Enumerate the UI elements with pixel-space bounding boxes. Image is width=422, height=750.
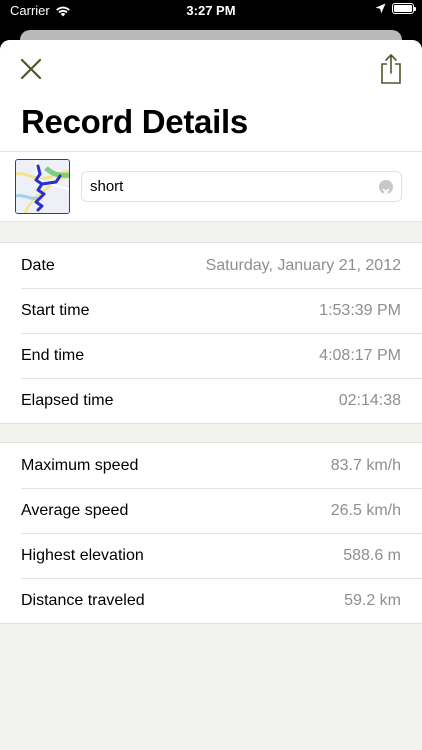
battery-icon	[392, 3, 416, 14]
record-name-input[interactable]: short	[81, 171, 402, 202]
detail-row-date: Date Saturday, January 21, 2012	[0, 243, 422, 288]
detail-row-highest-elevation: Highest elevation 588.6 m	[0, 533, 422, 578]
detail-value: 4:08:17 PM	[319, 346, 401, 364]
detail-label: Highest elevation	[21, 546, 144, 564]
detail-row-maximum-speed: Maximum speed 83.7 km/h	[0, 443, 422, 488]
detail-value: Saturday, January 21, 2012	[205, 256, 401, 274]
page-title: Record Details	[21, 103, 248, 140]
status-time: 3:27 PM	[186, 3, 236, 18]
detail-label: Distance traveled	[21, 591, 145, 609]
detail-row-elapsed-time: Elapsed time 02:14:38	[0, 378, 422, 423]
status-bar: Carrier 3:27 PM	[0, 0, 422, 22]
detail-label: Elapsed time	[21, 391, 114, 409]
detail-value: 588.6 m	[343, 546, 401, 564]
detail-value: 83.7 km/h	[330, 456, 401, 474]
clear-x-icon	[382, 188, 390, 196]
detail-label: Average speed	[21, 501, 129, 519]
close-button[interactable]	[18, 56, 44, 82]
record-details-sheet: Record Details short Date Saturday, Janu…	[0, 40, 422, 750]
clear-text-button[interactable]	[379, 180, 393, 196]
detail-label: Maximum speed	[21, 456, 139, 474]
detail-label: Date	[21, 256, 55, 274]
detail-row-end-time: End time 4:08:17 PM	[0, 333, 422, 378]
detail-row-average-speed: Average speed 26.5 km/h	[0, 488, 422, 533]
title-divider	[0, 151, 422, 152]
status-right-group	[375, 3, 416, 14]
record-name-value: short	[90, 178, 124, 195]
route-map-thumbnail[interactable]	[15, 159, 70, 214]
sheet-header: Record Details short	[0, 40, 422, 222]
detail-value: 26.5 km/h	[330, 501, 401, 519]
location-arrow-icon	[375, 3, 386, 14]
header-bottom-border	[0, 221, 422, 222]
detail-value: 02:14:38	[338, 391, 401, 409]
detail-row-start-time: Start time 1:53:39 PM	[0, 288, 422, 333]
detail-label: Start time	[21, 301, 90, 319]
detail-value: 59.2 km	[344, 591, 401, 609]
share-button[interactable]	[378, 53, 404, 85]
stats-details-group: Maximum speed 83.7 km/h Average speed 26…	[0, 442, 422, 624]
share-icon	[381, 54, 401, 84]
time-details-group: Date Saturday, January 21, 2012 Start ti…	[0, 242, 422, 424]
detail-value: 1:53:39 PM	[319, 301, 401, 319]
detail-row-distance-traveled: Distance traveled 59.2 km	[0, 578, 422, 623]
route-map-image	[16, 160, 69, 213]
close-x-icon	[20, 58, 42, 80]
detail-label: End time	[21, 346, 85, 364]
